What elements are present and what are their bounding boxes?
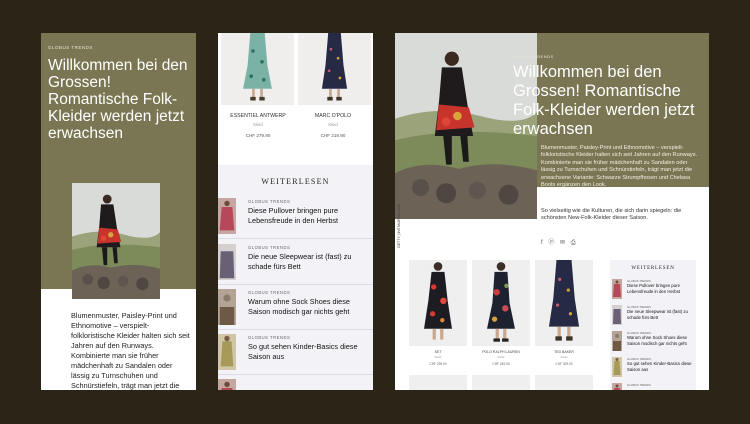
product-price: CHF 219.90 bbox=[320, 133, 346, 138]
article-thumbnail bbox=[612, 357, 622, 377]
brand-label[interactable]: GLOBUS TRENDS bbox=[48, 45, 93, 50]
divider bbox=[218, 238, 373, 239]
product-brand[interactable]: SET bbox=[409, 350, 467, 354]
product-image[interactable] bbox=[535, 375, 593, 390]
related-article[interactable]: GLOBUS TRENDS Diese Pullover bringen pur… bbox=[612, 279, 696, 303]
article-headline: Willkommen bei den Grossen! Romantische … bbox=[48, 57, 188, 142]
article-thumbnail bbox=[218, 333, 236, 371]
related-article[interactable]: GLOBUS TRENDS Warum ohne Sock Shoes dies… bbox=[218, 286, 373, 330]
dress-image bbox=[535, 260, 593, 346]
product-brand[interactable]: ESSENTIEL ANTWERP bbox=[218, 113, 298, 119]
product-image[interactable] bbox=[298, 33, 371, 105]
product-brand[interactable]: POLO RALPH LAUREN bbox=[472, 350, 530, 354]
article-source: GLOBUS TRENDS bbox=[248, 199, 291, 204]
dress-image bbox=[472, 260, 530, 346]
product-price: CHF 299.90 bbox=[429, 362, 447, 366]
article-source: GLOBUS TRENDS bbox=[248, 335, 291, 340]
related-article[interactable]: GLOBUS TRENDS So gut sehen Kinder-Basics… bbox=[612, 357, 696, 381]
product-image[interactable] bbox=[409, 260, 467, 346]
article-thumbnail bbox=[612, 383, 622, 390]
divider bbox=[218, 284, 373, 285]
mobile-article-top: GLOBUS TRENDS Willkommen bei den Grossen… bbox=[41, 33, 196, 390]
share-icons[interactable]: f ⓟ ✉ ⎙ bbox=[541, 237, 578, 247]
article-title[interactable]: Die neue Sleepwear ist (fast) zu schade … bbox=[627, 309, 695, 320]
product-image[interactable] bbox=[221, 33, 294, 105]
article-thumbnail bbox=[218, 288, 236, 326]
article-title[interactable]: Die neue Sleepwear ist (fast) zu schade … bbox=[248, 252, 370, 272]
dress-image bbox=[221, 33, 294, 105]
article-headline: Willkommen bei den Grossen! Romantische … bbox=[513, 63, 695, 138]
article-thumbnail bbox=[218, 378, 236, 390]
article-source: GLOBUS TRENDS bbox=[248, 245, 291, 250]
article-title[interactable]: Warum ohne Sock Shoes diese Saison modis… bbox=[248, 297, 370, 317]
desktop-article: GETTY | INSTAGRAM.COM GLOBUS TRENDS Will… bbox=[395, 33, 709, 390]
related-article[interactable] bbox=[218, 376, 373, 390]
article-thumbnail bbox=[612, 279, 622, 299]
related-article[interactable]: GLOBUS TRENDS Die neue Sleepwear ist (fa… bbox=[218, 241, 373, 285]
product-brand[interactable]: TED BAKER bbox=[535, 350, 593, 354]
product-category: Kleid bbox=[497, 355, 505, 359]
article-body-secondary: So vielseitig wie die Kulturen, die sich… bbox=[541, 208, 682, 222]
article-thumbnail bbox=[218, 197, 236, 235]
related-article[interactable]: GLOBUS TRENDS Die neue Sleepwear ist (fa… bbox=[612, 305, 696, 329]
article-title[interactable]: So gut sehen Kinder-Basics diese Saison … bbox=[248, 342, 370, 362]
mobile-article-bottom: ESSENTIEL ANTWERP Kleid CHF 279.90 MARC … bbox=[218, 33, 373, 390]
divider bbox=[218, 329, 373, 330]
article-body: Blumenmuster, Paisley-Print und Ethnomot… bbox=[541, 145, 698, 189]
product-image[interactable] bbox=[535, 260, 593, 346]
hero-photo bbox=[72, 183, 160, 299]
article-body: Blumenmuster, Paisley-Print und Ethnomot… bbox=[71, 311, 190, 390]
product-category: Kleid bbox=[434, 355, 442, 359]
related-article[interactable]: GLOBUS TRENDS Warum ohne Sock Shoes dies… bbox=[612, 331, 696, 355]
product-price: CHF 329.90 bbox=[555, 362, 573, 366]
article-source: GLOBUS TRENDS bbox=[248, 290, 291, 295]
product-image[interactable] bbox=[472, 260, 530, 346]
article-title[interactable]: Warum ohne Sock Shoes diese Saison modis… bbox=[627, 335, 695, 346]
related-article[interactable]: GLOBUS TRENDS Diese Pullover bringen pur… bbox=[218, 195, 373, 239]
article-title[interactable]: Diese Pullover bringen pure Lebensfreude… bbox=[248, 206, 370, 226]
product-image[interactable] bbox=[409, 375, 467, 390]
product-category: Kleid bbox=[328, 122, 338, 127]
related-article[interactable]: GLOBUS TRENDS So gut sehen Kinder-Basics… bbox=[218, 331, 373, 375]
article-thumbnail bbox=[218, 243, 236, 281]
product-category: Kleid bbox=[253, 122, 263, 127]
brand-label[interactable]: GLOBUS TRENDS bbox=[513, 54, 554, 59]
related-article[interactable]: GLOBUS TRENDS bbox=[612, 383, 696, 390]
product-category: Kleid bbox=[560, 355, 568, 359]
article-title[interactable]: So gut sehen Kinder-Basics diese Saison … bbox=[627, 361, 695, 372]
product-brand[interactable]: MARC O'POLO bbox=[293, 113, 373, 119]
weiterlesen-title: WEITERLESEN bbox=[261, 177, 330, 186]
article-title[interactable]: Diese Pullover bringen pure Lebensfreude… bbox=[627, 283, 695, 294]
weiterlesen-title: WEITERLESEN bbox=[631, 266, 675, 271]
dress-image bbox=[409, 260, 467, 346]
article-source: GLOBUS TRENDS bbox=[627, 383, 651, 387]
product-image[interactable] bbox=[472, 375, 530, 390]
article-thumbnail bbox=[612, 331, 622, 351]
divider bbox=[218, 374, 373, 375]
article-thumbnail bbox=[612, 305, 622, 325]
product-price: CHF 279.90 bbox=[245, 133, 271, 138]
product-price: CHF 249.90 bbox=[492, 362, 510, 366]
photo-credit: GETTY | INSTAGRAM.COM bbox=[397, 203, 401, 248]
dress-image bbox=[298, 33, 371, 105]
